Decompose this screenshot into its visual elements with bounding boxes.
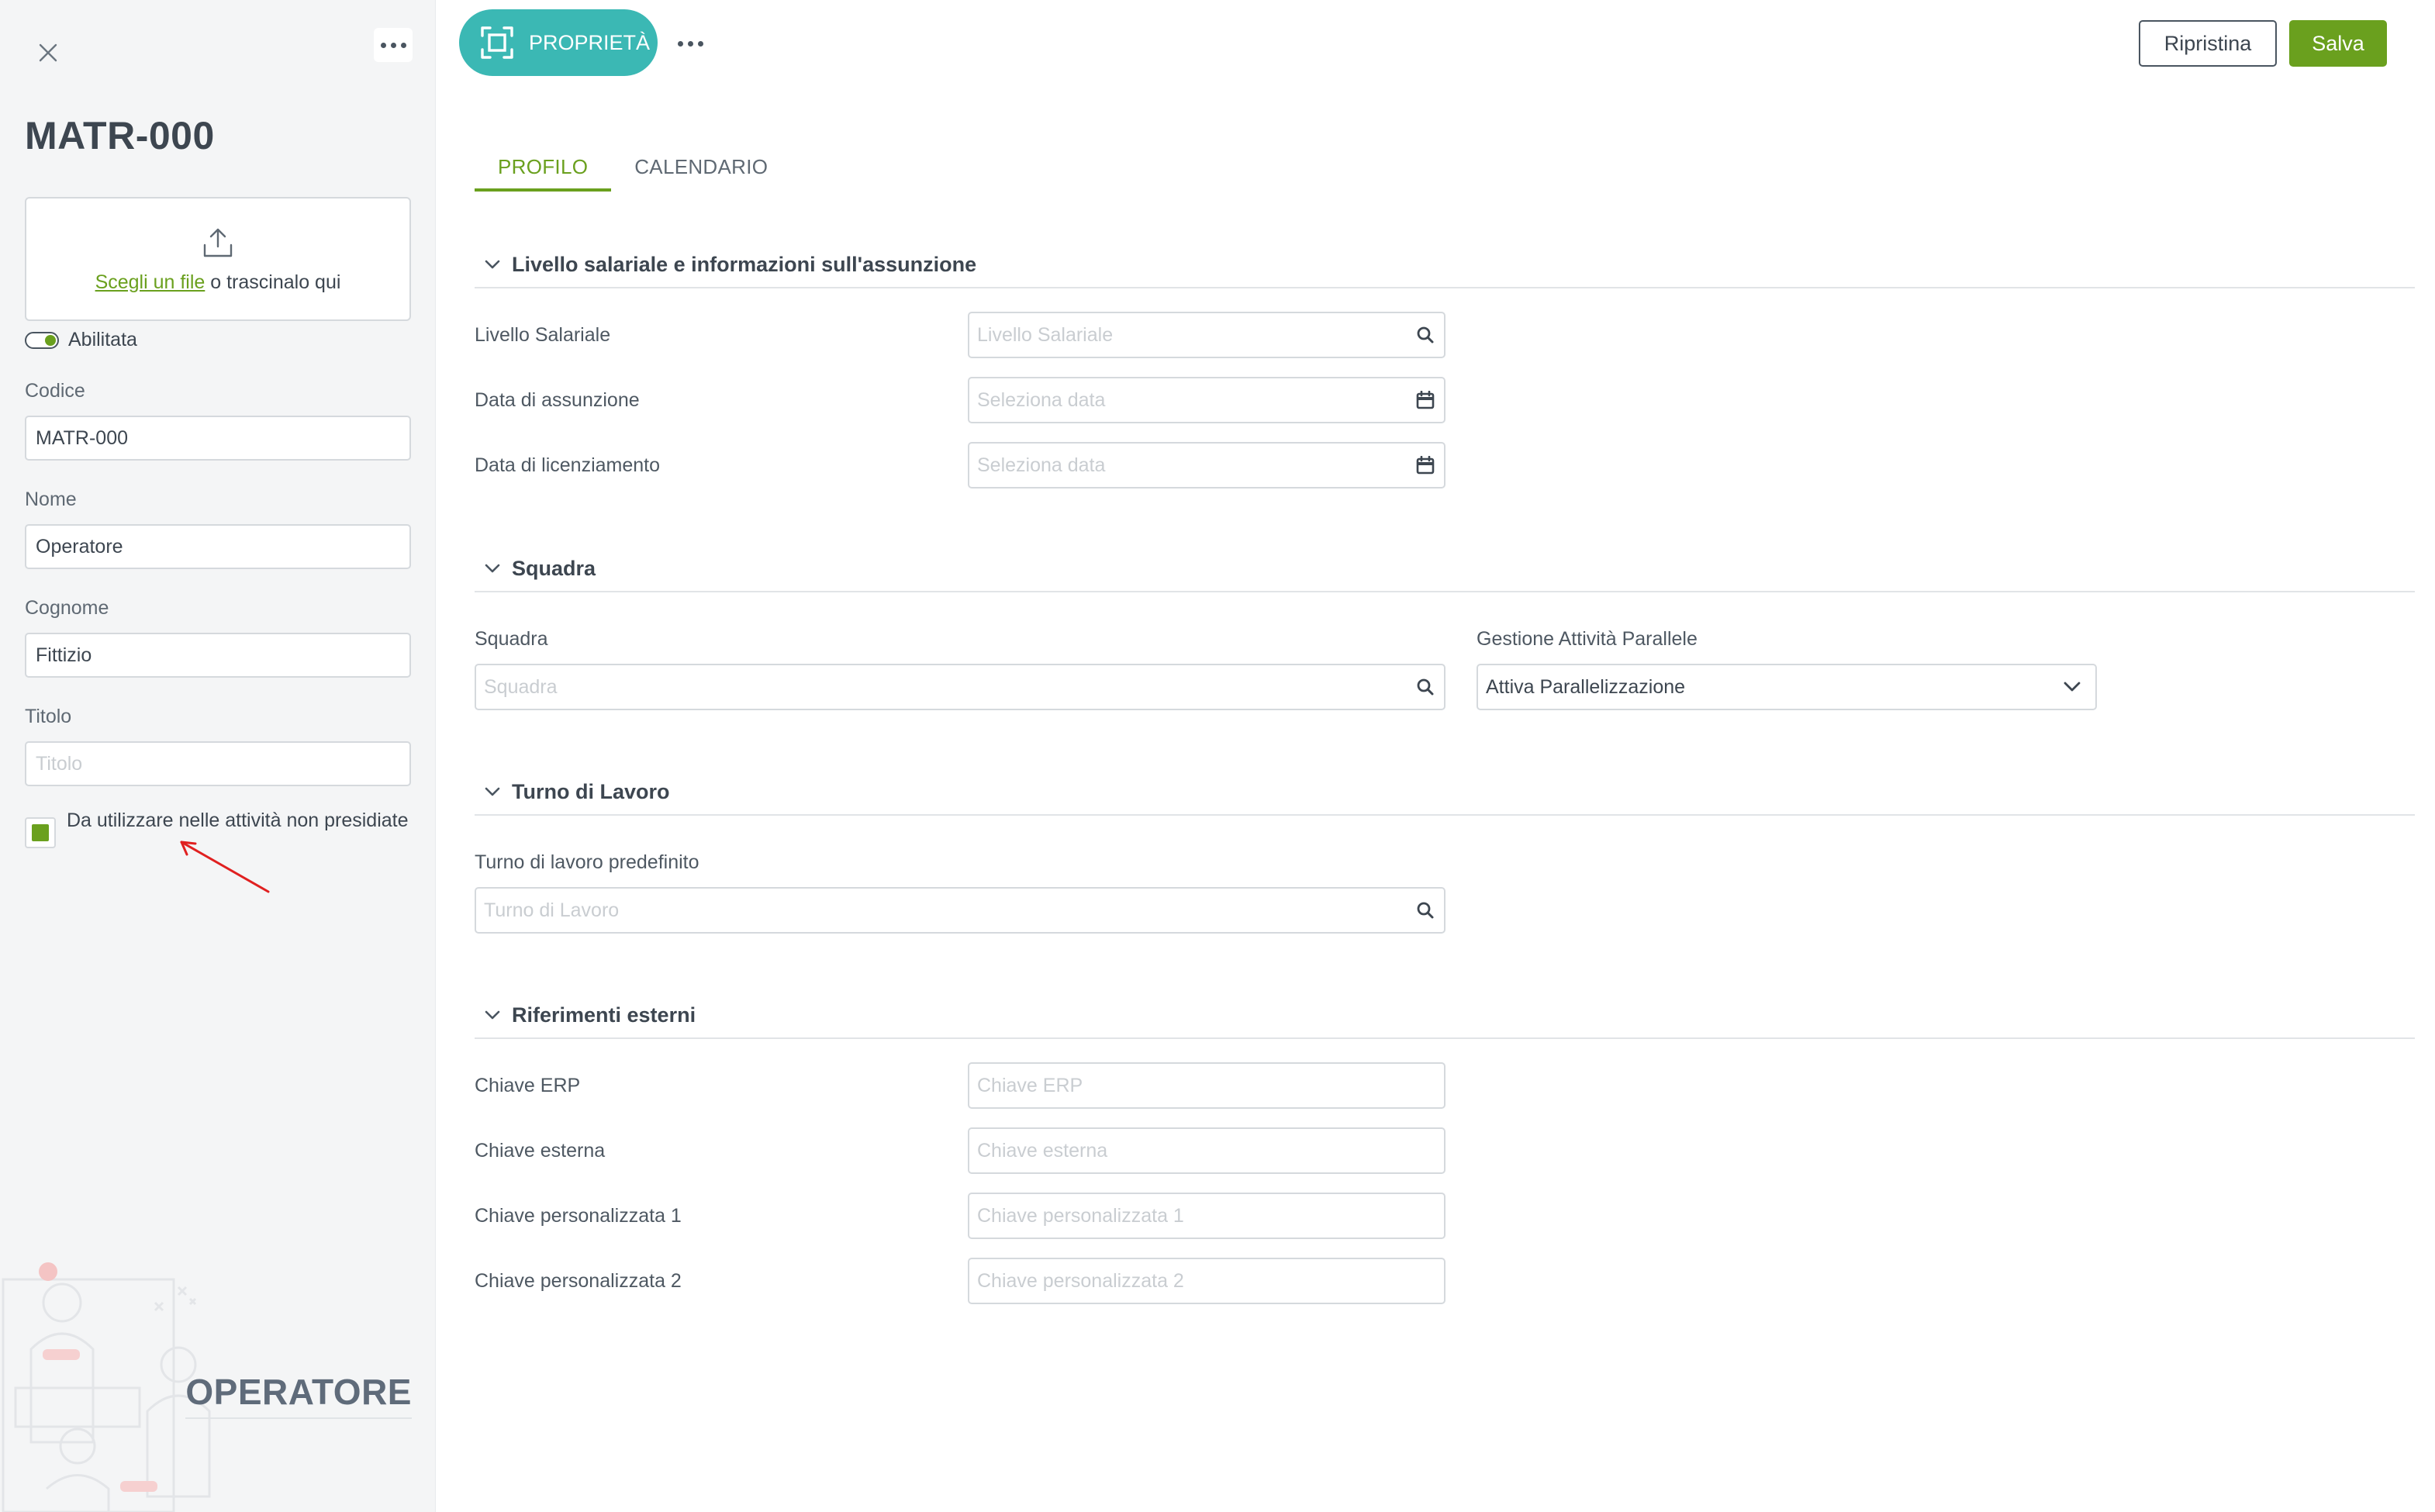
tab-profile[interactable]: PROFILO [475, 150, 612, 192]
section-external-header[interactable]: Riferimenti esterni [475, 1000, 2415, 1039]
parallel-activities-value: Attiva Parallelizzazione [1486, 675, 1686, 698]
save-button[interactable]: Salva [2289, 20, 2387, 67]
properties-button[interactable]: PROPRIETÀ [459, 9, 658, 76]
chevron-down-icon [484, 783, 501, 800]
custom-key-2-input[interactable] [977, 1269, 1436, 1293]
erp-key-input[interactable] [977, 1074, 1436, 1097]
termination-date-field[interactable] [968, 442, 1445, 488]
close-icon [39, 43, 57, 62]
custom-key-2-field[interactable] [968, 1258, 1445, 1304]
surname-label: Cognome [25, 597, 109, 619]
default-shift-input[interactable] [484, 899, 1414, 922]
unattended-checkbox[interactable] [25, 817, 56, 848]
termination-date-label: Data di licenziamento [475, 454, 661, 476]
section-shift-header[interactable]: Turno di Lavoro [475, 777, 2415, 816]
sidebar-more-button[interactable] [374, 28, 413, 62]
parallel-activities-label: Gestione Attività Parallele [1477, 628, 1698, 650]
search-icon[interactable] [1414, 899, 1436, 921]
more-icon [677, 40, 703, 47]
tab-bar: PROFILO CALENDARIO [475, 150, 791, 192]
calendar-icon[interactable] [1414, 389, 1436, 411]
record-title: MATR-000 [25, 114, 215, 157]
custom-key-1-field[interactable] [968, 1193, 1445, 1239]
calendar-icon[interactable] [1414, 454, 1436, 476]
external-key-field[interactable] [968, 1127, 1445, 1174]
team-input[interactable] [484, 675, 1414, 699]
checkbox-checked-mark [32, 824, 49, 841]
title-label: Titolo [25, 706, 72, 727]
close-button[interactable] [31, 36, 65, 70]
upload-text: Scegli un file o trascinalo qui [95, 271, 341, 294]
termination-date-input[interactable] [977, 454, 1414, 477]
annotation-arrow [180, 841, 270, 893]
team-field[interactable] [475, 664, 1445, 710]
custom-key-2-label: Chiave personalizzata 2 [475, 1270, 682, 1292]
chevron-down-icon [2061, 676, 2083, 698]
section-external-title: Riferimenti esterni [512, 1003, 696, 1027]
default-shift-field[interactable] [475, 887, 1445, 934]
hire-date-input[interactable] [977, 388, 1414, 412]
chevron-down-icon [484, 256, 501, 273]
enabled-toggle[interactable] [25, 331, 59, 349]
enabled-label: Abilitata [68, 329, 137, 350]
tab-calendar[interactable]: CALENDARIO [611, 150, 791, 192]
section-salary-title: Livello salariale e informazioni sull'as… [512, 252, 977, 276]
name-input[interactable] [25, 524, 411, 569]
erp-key-label: Chiave ERP [475, 1075, 581, 1096]
hire-date-field[interactable] [968, 377, 1445, 423]
salary-level-label: Livello Salariale [475, 324, 611, 346]
upload-icon [203, 228, 233, 257]
name-label: Nome [25, 488, 77, 510]
enabled-toggle-row: Abilitata [25, 329, 137, 351]
search-icon[interactable] [1414, 324, 1436, 346]
code-label: Codice [25, 380, 85, 402]
upload-hint: o trascinalo qui [205, 271, 341, 293]
more-icon [380, 42, 406, 48]
code-input[interactable] [25, 416, 411, 461]
chevron-down-icon [484, 560, 501, 577]
hire-date-label: Data di assunzione [475, 389, 640, 411]
title-input[interactable] [25, 741, 411, 786]
sidebar: MATR-000 Scegli un file o trascinalo qui… [0, 0, 436, 1512]
team-label: Squadra [475, 628, 548, 650]
choose-file-link[interactable]: Scegli un file [95, 271, 206, 293]
external-key-input[interactable] [977, 1139, 1436, 1162]
section-salary-header[interactable]: Livello salariale e informazioni sull'as… [475, 250, 2415, 288]
main-more-button[interactable] [673, 28, 707, 59]
salary-level-field[interactable] [968, 312, 1445, 358]
salary-level-input[interactable] [977, 323, 1414, 347]
section-shift-title: Turno di Lavoro [512, 779, 670, 803]
search-icon[interactable] [1414, 676, 1436, 698]
custom-key-1-input[interactable] [977, 1204, 1436, 1227]
file-upload-dropzone[interactable]: Scegli un file o trascinalo qui [25, 197, 411, 321]
erp-key-field[interactable] [968, 1062, 1445, 1109]
entity-type-label: OPERATORE [185, 1371, 412, 1419]
default-shift-label: Turno di lavoro predefinito [475, 851, 699, 873]
reset-button[interactable]: Ripristina [2139, 20, 2277, 67]
custom-key-1-label: Chiave personalizzata 1 [475, 1205, 682, 1227]
main-panel: PROPRIETÀ Ripristina Salva PROFILO CALEN… [436, 0, 2435, 1512]
surname-input[interactable] [25, 633, 411, 678]
section-team-header[interactable]: Squadra [475, 554, 2415, 592]
chevron-down-icon [484, 1006, 501, 1024]
external-key-label: Chiave esterna [475, 1140, 606, 1162]
parallel-activities-select[interactable]: Attiva Parallelizzazione [1477, 664, 2097, 710]
focus-frame-icon [481, 26, 513, 59]
properties-label: PROPRIETÀ [529, 30, 651, 54]
section-team-title: Squadra [512, 556, 596, 580]
